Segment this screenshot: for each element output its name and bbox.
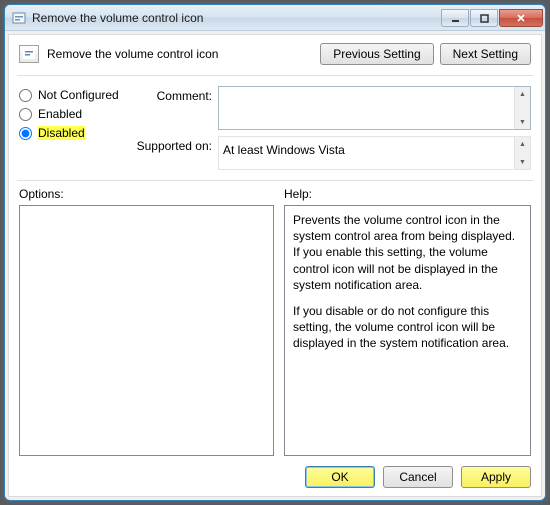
comment-label: Comment: (134, 86, 212, 103)
options-label: Options: (19, 187, 274, 205)
comment-field-wrap: ▲ ▼ (218, 86, 531, 130)
scroll-down-icon[interactable]: ▼ (515, 155, 530, 169)
nav-buttons: Previous Setting Next Setting (320, 43, 531, 65)
titlebar[interactable]: Remove the volume control icon (5, 5, 545, 31)
radio-not-configured[interactable]: Not Configured (19, 88, 124, 102)
radio-label: Not Configured (38, 88, 119, 102)
next-setting-button[interactable]: Next Setting (440, 43, 531, 65)
scrollbar[interactable]: ▲ ▼ (514, 137, 530, 169)
comment-input[interactable] (219, 87, 514, 129)
radio-enabled-input[interactable] (19, 108, 32, 121)
scroll-up-icon[interactable]: ▲ (515, 137, 530, 151)
radio-enabled[interactable]: Enabled (19, 107, 124, 121)
scrollbar[interactable]: ▲ ▼ (514, 87, 530, 129)
ok-button[interactable]: OK (305, 466, 375, 488)
supported-value: At least Windows Vista (219, 137, 514, 169)
dialog-content: Remove the volume control icon Previous … (8, 34, 542, 497)
panels-header: Options: Help: (19, 187, 531, 205)
divider (17, 180, 533, 181)
apply-button[interactable]: Apply (461, 466, 531, 488)
scroll-down-icon[interactable]: ▼ (515, 115, 530, 129)
minimize-button[interactable] (441, 9, 469, 27)
window-controls (441, 8, 543, 27)
help-text: Prevents the volume control icon in the … (293, 212, 522, 293)
radio-disabled-input[interactable] (19, 127, 32, 140)
cancel-button[interactable]: Cancel (383, 466, 453, 488)
policy-icon (19, 45, 39, 63)
fields-column: Comment: ▲ ▼ Supported on: At least Wind… (134, 86, 531, 170)
panels-body: Prevents the volume control icon in the … (19, 205, 531, 456)
maximize-button[interactable] (470, 9, 498, 27)
options-panel[interactable] (19, 205, 274, 456)
supported-label: Supported on: (134, 136, 212, 153)
help-panel[interactable]: Prevents the volume control icon in the … (284, 205, 531, 456)
config-row: Not Configured Enabled Disabled Comment: (19, 86, 531, 170)
dialog-footer: OK Cancel Apply (19, 456, 531, 488)
window-title: Remove the volume control icon (32, 11, 441, 25)
previous-setting-button[interactable]: Previous Setting (320, 43, 433, 65)
radio-disabled[interactable]: Disabled (19, 126, 124, 140)
header-row: Remove the volume control icon Previous … (19, 43, 531, 75)
help-text: If you disable or do not configure this … (293, 303, 522, 352)
state-radio-group: Not Configured Enabled Disabled (19, 86, 124, 170)
supported-field-wrap: At least Windows Vista ▲ ▼ (218, 136, 531, 170)
help-label: Help: (284, 187, 312, 205)
radio-label: Enabled (38, 107, 82, 121)
policy-app-icon (11, 10, 27, 26)
supported-row: Supported on: At least Windows Vista ▲ ▼ (134, 136, 531, 170)
radio-label: Disabled (38, 126, 85, 140)
radio-not-configured-input[interactable] (19, 89, 32, 102)
close-button[interactable] (499, 9, 543, 27)
comment-row: Comment: ▲ ▼ (134, 86, 531, 130)
dialog-window: Remove the volume control icon Remove th… (4, 4, 546, 501)
policy-name: Remove the volume control icon (47, 47, 312, 61)
scroll-up-icon[interactable]: ▲ (515, 87, 530, 101)
divider (17, 75, 533, 76)
